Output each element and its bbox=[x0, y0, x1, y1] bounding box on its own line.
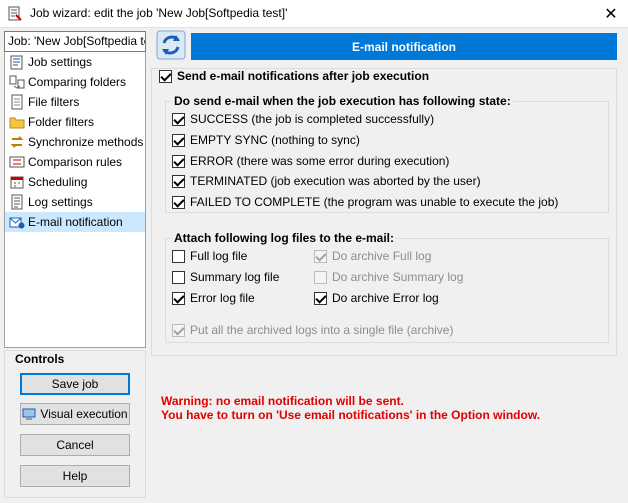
sidebar-item-log-settings[interactable]: Log settings bbox=[5, 192, 145, 212]
sidebar-item-comparing-folders[interactable]: Comparing folders bbox=[5, 72, 145, 92]
warning-message: Warning: no email notification will be s… bbox=[161, 394, 404, 408]
email-notification-icon bbox=[9, 217, 25, 229]
comparison-rules-icon bbox=[9, 156, 25, 168]
summary-log-checkbox[interactable]: Summary log file bbox=[172, 270, 279, 284]
state-success-label: SUCCESS (the job is completed successful… bbox=[190, 112, 435, 126]
job-name-field: Job: 'New Job[Softpedia test]' bbox=[4, 31, 146, 52]
title-bar: Job wizard: edit the job 'New Job[Softpe… bbox=[0, 0, 628, 28]
sidebar-item-label: File filters bbox=[28, 95, 80, 109]
sync-arrows-icon bbox=[156, 30, 186, 60]
cancel-button[interactable]: Cancel bbox=[20, 434, 130, 456]
sidebar-item-comparison-rules[interactable]: Comparison rules bbox=[5, 152, 145, 172]
file-filters-icon bbox=[11, 94, 23, 110]
save-job-label: Save job bbox=[51, 377, 99, 391]
visual-execution-label: Visual execution bbox=[40, 407, 128, 421]
compare-folders-icon bbox=[9, 75, 25, 89]
help-label: Help bbox=[62, 469, 88, 483]
sidebar-item-email-notification[interactable]: E-mail notification bbox=[5, 212, 145, 232]
single-archive-checkbox[interactable]: Put all the archived logs into a single … bbox=[172, 323, 453, 337]
check[interactable] bbox=[172, 112, 185, 126]
summary-log-label: Summary log file bbox=[190, 270, 280, 284]
state-success-checkbox[interactable]: SUCCESS (the job is completed successful… bbox=[172, 112, 434, 126]
sidebar-item-file-filters[interactable]: File filters bbox=[5, 92, 145, 112]
sidebar-item-synchronize-methods[interactable]: Synchronize methods bbox=[5, 132, 145, 152]
single-archive-label: Put all the archived logs into a single … bbox=[190, 323, 454, 337]
sidebar-item-job-settings[interactable]: Job settings bbox=[5, 52, 145, 72]
window-title: Job wizard: edit the job 'New Job[Softpe… bbox=[30, 6, 288, 20]
archive-summary-log-label: Do archive Summary log bbox=[332, 270, 464, 284]
state-group-title: Do send e-mail when the job execution ha… bbox=[172, 94, 513, 108]
page-title: E-mail notification bbox=[191, 33, 617, 60]
archive-error-log-label: Do archive Error log bbox=[332, 291, 439, 305]
full-log-label: Full log file bbox=[190, 249, 248, 263]
check[interactable] bbox=[314, 270, 327, 284]
app-icon bbox=[8, 6, 22, 21]
cancel-label: Cancel bbox=[56, 438, 94, 452]
sidebar-item-label: Job settings bbox=[28, 55, 93, 69]
controls-legend: Controls bbox=[13, 352, 67, 366]
check[interactable] bbox=[172, 195, 185, 209]
sidebar-item-scheduling[interactable]: Scheduling bbox=[5, 172, 145, 192]
sync-methods-icon bbox=[10, 136, 24, 148]
error-log-label: Error log file bbox=[190, 291, 255, 305]
check[interactable] bbox=[314, 291, 327, 305]
sidebar-item-label: Synchronize methods bbox=[28, 135, 144, 149]
job-settings-icon bbox=[10, 55, 23, 70]
state-terminated-checkbox[interactable]: TERMINATED (job execution was aborted by… bbox=[172, 174, 481, 188]
sidebar-item-folder-filters[interactable]: Folder filters bbox=[5, 112, 145, 132]
folder-filters-icon bbox=[9, 117, 25, 129]
state-failed-label: FAILED TO COMPLETE (the program was unab… bbox=[190, 195, 559, 209]
state-empty-sync-label: EMPTY SYNC (nothing to sync) bbox=[190, 133, 360, 147]
archive-full-log-checkbox[interactable]: Do archive Full log bbox=[314, 249, 431, 263]
archive-full-log-label: Do archive Full log bbox=[332, 249, 432, 263]
state-error-checkbox[interactable]: ERROR (there was some error during execu… bbox=[172, 154, 449, 168]
close-icon[interactable]: ✕ bbox=[594, 0, 628, 27]
state-error-label: ERROR (there was some error during execu… bbox=[190, 154, 450, 168]
log-settings-icon bbox=[11, 194, 23, 210]
controls-group: Controls Save job Visual execution Cance… bbox=[4, 350, 146, 498]
sidebar-item-label: Comparing folders bbox=[28, 75, 127, 89]
check[interactable] bbox=[314, 249, 327, 263]
send-email-label: Send e-mail notifications after job exec… bbox=[177, 69, 430, 83]
send-email-check[interactable] bbox=[159, 69, 172, 83]
check[interactable] bbox=[172, 154, 185, 168]
check[interactable] bbox=[172, 291, 185, 305]
warning-instruction: You have to turn on 'Use email notificat… bbox=[161, 408, 541, 422]
monitor-icon bbox=[22, 408, 36, 420]
state-failed-checkbox[interactable]: FAILED TO COMPLETE (the program was unab… bbox=[172, 195, 558, 209]
state-empty-sync-checkbox[interactable]: EMPTY SYNC (nothing to sync) bbox=[172, 133, 360, 147]
scheduling-icon bbox=[10, 176, 24, 189]
navigation-tree: Job settings Comparing folders File filt… bbox=[4, 52, 146, 348]
check[interactable] bbox=[172, 270, 185, 284]
state-terminated-label: TERMINATED (job execution was aborted by… bbox=[190, 174, 481, 188]
save-job-button[interactable]: Save job bbox=[20, 373, 130, 395]
sidebar-item-label: E-mail notification bbox=[28, 215, 123, 229]
send-email-checkbox[interactable]: Send e-mail notifications after job exec… bbox=[159, 69, 429, 83]
error-log-checkbox[interactable]: Error log file bbox=[172, 291, 255, 305]
full-log-checkbox[interactable]: Full log file bbox=[172, 249, 247, 263]
archive-summary-log-checkbox[interactable]: Do archive Summary log bbox=[314, 270, 463, 284]
attach-group-title: Attach following log files to the e-mail… bbox=[172, 231, 397, 245]
check[interactable] bbox=[172, 133, 185, 147]
check[interactable] bbox=[172, 249, 185, 263]
help-button[interactable]: Help bbox=[20, 465, 130, 487]
check[interactable] bbox=[172, 323, 185, 337]
sidebar-item-label: Comparison rules bbox=[28, 155, 123, 169]
visual-execution-button[interactable]: Visual execution bbox=[20, 403, 130, 425]
archive-error-log-checkbox[interactable]: Do archive Error log bbox=[314, 291, 439, 305]
sidebar-item-label: Log settings bbox=[28, 195, 93, 209]
sidebar-item-label: Scheduling bbox=[28, 175, 88, 189]
sidebar-item-label: Folder filters bbox=[28, 115, 95, 129]
check[interactable] bbox=[172, 174, 185, 188]
